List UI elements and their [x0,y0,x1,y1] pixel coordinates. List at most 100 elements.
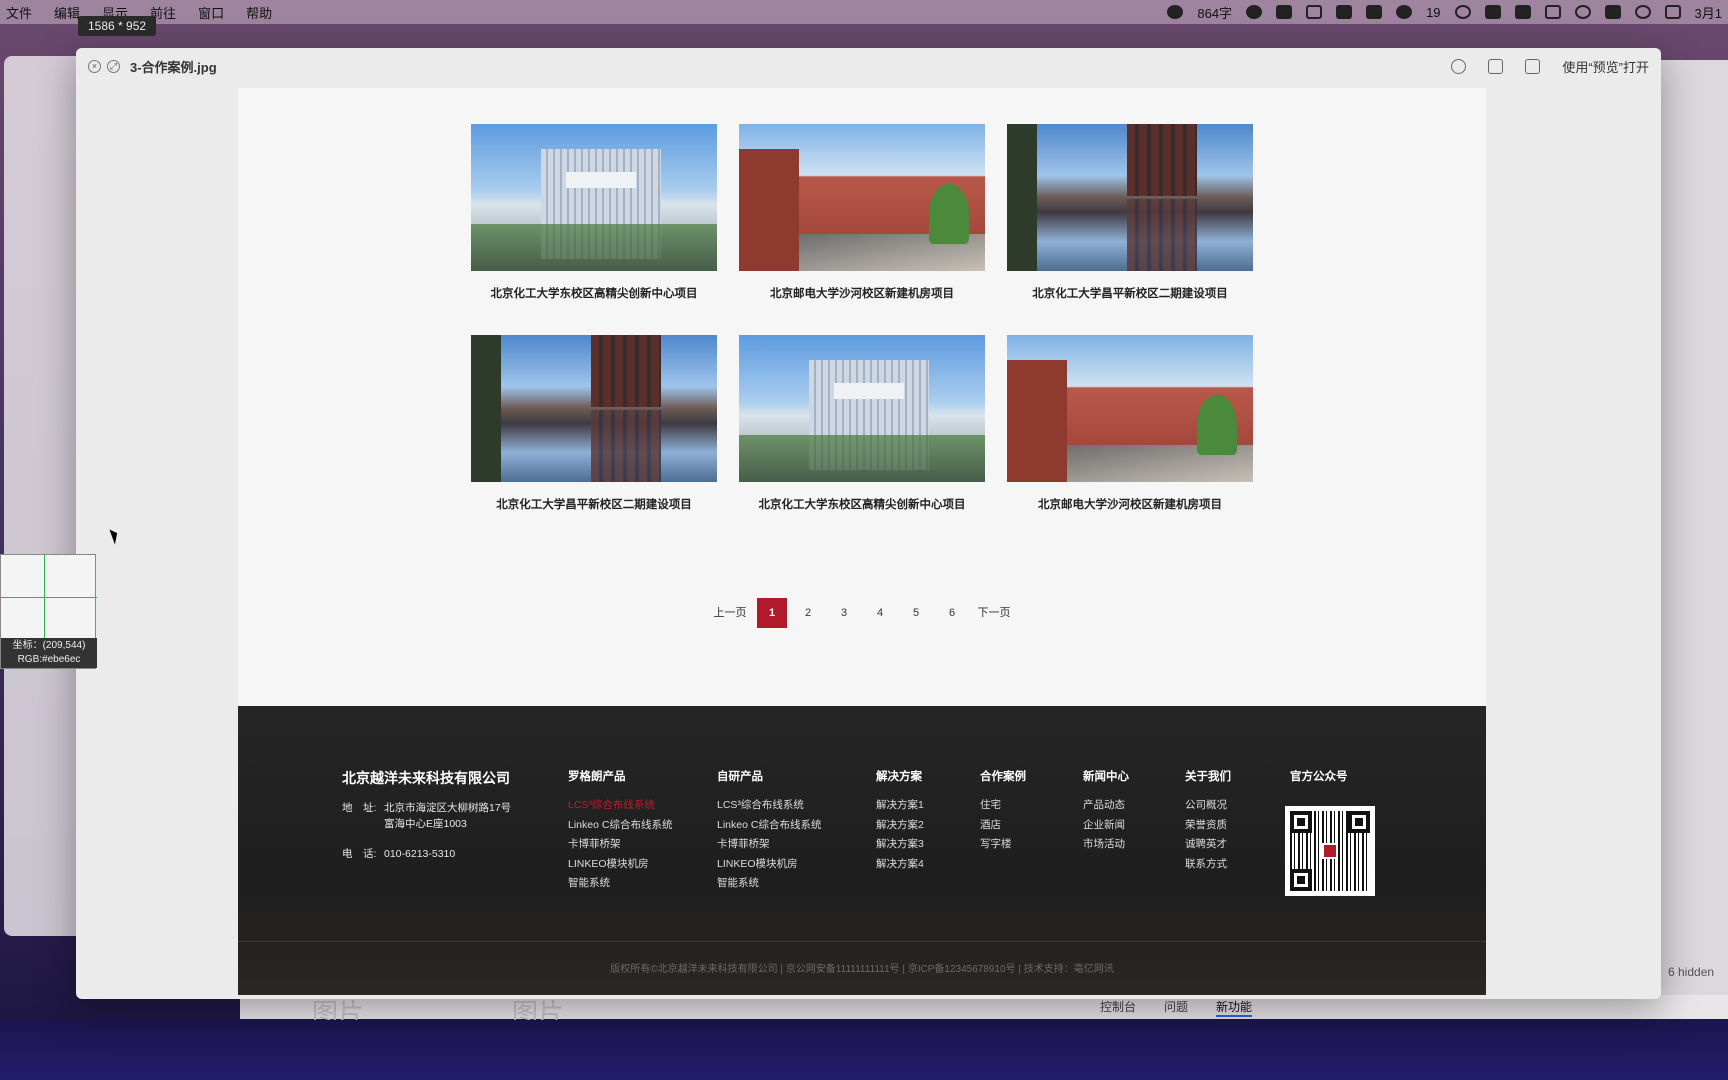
footer-link[interactable]: LCS³综合布线系统 [568,796,672,816]
microphone-icon[interactable] [1276,5,1293,19]
footer-link[interactable]: 联系方式 [1185,855,1231,875]
project-thumbnail[interactable] [739,124,985,271]
project-title[interactable]: 北京化工大学昌平新校区二期建设项目 [471,496,717,512]
project-title[interactable]: 北京化工大学东校区高精尖创新中心项目 [471,285,717,301]
close-icon[interactable]: × [88,59,101,73]
footer-link[interactable]: LINKEO模块机房 [717,855,821,875]
footer-link[interactable]: 解决方案3 [876,835,924,855]
menubar-date[interactable]: 3月1 [1695,3,1722,22]
footer-column-news: 新闻中心 产品动态 企业新闻 市场活动 [1083,768,1129,855]
wifi-icon[interactable] [1574,5,1591,19]
tab-issues[interactable]: 问题 [1164,998,1188,1017]
markup-icon[interactable] [1451,58,1467,74]
open-with-preview-button[interactable]: 使用“预览”打开 [1562,57,1649,76]
footer-link[interactable]: 解决方案2 [876,816,924,836]
project-thumbnail[interactable] [1007,124,1253,271]
footer-link[interactable]: 酒店 [980,816,1026,836]
project-card[interactable]: 北京化工大学昌平新校区二期建设项目 [1007,124,1253,301]
footer-link[interactable]: 智能系统 [568,874,672,894]
project-thumbnail[interactable] [471,335,717,482]
prev-page-button[interactable]: 上一页 [709,598,751,628]
menu-file[interactable]: 文件 [6,3,32,22]
feather-icon[interactable] [1366,5,1383,19]
spotlight-search-icon[interactable] [1634,5,1651,19]
pagination: 上一页 1 2 3 4 5 6 下一页 [238,598,1486,628]
footer-link[interactable]: 解决方案4 [876,855,924,875]
input-method-icon[interactable] [1306,5,1323,19]
window-title: 3-合作案例.jpg [130,59,217,75]
footer-column-heading[interactable]: 合作案例 [980,768,1026,784]
footer-column-heading[interactable]: 自研产品 [717,768,821,784]
wps-icon[interactable] [1336,5,1353,19]
footer-link[interactable]: 智能系统 [717,874,821,894]
tab-console[interactable]: 控制台 [1100,998,1136,1017]
sync-icon[interactable] [1604,5,1621,19]
footer-link[interactable]: LCS³综合布线系统 [717,796,821,816]
footer-link[interactable]: 卡博菲桥架 [717,835,821,855]
page-button-6[interactable]: 6 [937,598,967,628]
emoji-icon[interactable] [1246,5,1263,19]
background-window-right[interactable] [1650,60,1728,1000]
wechat-icon[interactable] [1396,5,1413,19]
creative-cloud-icon[interactable] [1454,5,1471,19]
bluetooth-icon[interactable] [1514,5,1531,19]
project-card[interactable]: 北京化工大学东校区高精尖创新中心项目 [471,124,717,301]
project-title[interactable]: 北京邮电大学沙河校区新建机房项目 [739,285,985,301]
wechat-count: 19 [1426,4,1441,20]
footer-column-cases: 合作案例 住宅 酒店 写字楼 [980,768,1026,855]
picker-coords: 坐标：(209,544) [12,640,86,651]
next-page-button[interactable]: 下一页 [973,598,1015,628]
footer-column-heading[interactable]: 关于我们 [1185,768,1231,784]
word-count[interactable]: 864字 [1197,3,1232,22]
footer-link[interactable]: 公司概况 [1185,796,1231,816]
project-thumbnail[interactable] [471,124,717,271]
project-title[interactable]: 北京化工大学东校区高精尖创新中心项目 [739,496,985,512]
project-card[interactable]: 北京邮电大学沙河校区新建机房项目 [739,124,985,301]
rotate-icon[interactable] [1488,58,1504,74]
menu-edit[interactable]: 编辑 [54,3,80,22]
footer-link[interactable]: Linkeo C综合布线系统 [717,816,821,836]
footer-link[interactable]: 写字楼 [980,835,1026,855]
titlebar-actions: 使用“预览”打开 [1451,57,1649,76]
page-button-1[interactable]: 1 [757,598,787,628]
project-title[interactable]: 北京化工大学昌平新校区二期建设项目 [1007,285,1253,301]
control-center-icon[interactable] [1664,5,1681,19]
footer-link[interactable]: 产品动态 [1083,796,1129,816]
project-card[interactable]: 北京化工大学东校区高精尖创新中心项目 [739,335,985,512]
project-card[interactable]: 北京邮电大学沙河校区新建机房项目 [1007,335,1253,512]
color-picker-info: 坐标：(209,544) RGB:#ebe6ec [1,638,97,668]
background-window-left[interactable] [4,56,84,936]
footer-column-heading[interactable]: 新闻中心 [1083,768,1129,784]
menu-window[interactable]: 窗口 [198,3,224,22]
phone-row: 电 话: 010-6213-5310 [342,846,511,862]
page-button-3[interactable]: 3 [829,598,859,628]
page-button-5[interactable]: 5 [901,598,931,628]
project-card[interactable]: 北京化工大学昌平新校区二期建设项目 [471,335,717,512]
footer-link[interactable]: Linkeo C综合布线系统 [568,816,672,836]
project-title[interactable]: 北京邮电大学沙河校区新建机房项目 [1007,496,1253,512]
address-label: 地 址: [342,802,377,814]
footer-column-heading[interactable]: 罗格朗产品 [568,768,672,784]
footer-column-heading[interactable]: 解决方案 [876,768,924,784]
quicklook-window: × ⤢ 3-合作案例.jpg 使用“预览”打开 北京化工大学东校区高精尖创新中心… [76,48,1661,999]
stop-icon[interactable] [1167,5,1184,19]
footer-link[interactable]: 诚聘英才 [1185,835,1231,855]
footer-link[interactable]: 解决方案1 [876,796,924,816]
page-button-2[interactable]: 2 [793,598,823,628]
fullscreen-icon[interactable]: ⤢ [107,59,120,73]
footer-link[interactable]: 荣誉资质 [1185,816,1231,836]
battery-icon[interactable] [1544,5,1561,19]
page-button-4[interactable]: 4 [865,598,895,628]
footer-link[interactable]: 企业新闻 [1083,816,1129,836]
volume-icon[interactable] [1484,5,1501,19]
tab-whats-new[interactable]: 新功能 [1216,998,1253,1017]
footer-link[interactable]: LINKEO模块机房 [568,855,672,875]
project-thumbnail[interactable] [739,335,985,482]
hidden-count: 6 hidden [1668,965,1715,979]
share-icon[interactable] [1525,58,1541,74]
menu-help[interactable]: 帮助 [246,3,272,22]
footer-link[interactable]: 市场活动 [1083,835,1129,855]
project-thumbnail[interactable] [1007,335,1253,482]
footer-link[interactable]: 卡博菲桥架 [568,835,672,855]
footer-link[interactable]: 住宅 [980,796,1026,816]
